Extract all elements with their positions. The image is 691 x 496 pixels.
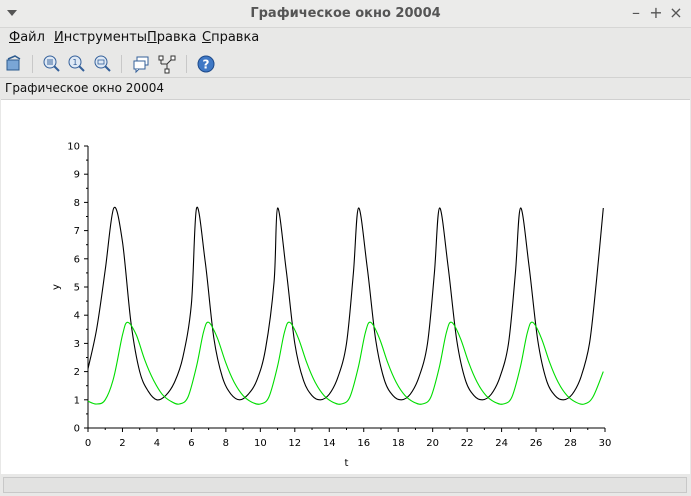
x-tick-label: 22 <box>461 438 474 449</box>
x-tick-label: 2 <box>119 438 125 449</box>
menu-tools[interactable]: Инструменты <box>54 30 147 45</box>
y-tick-label: 0 <box>74 424 80 435</box>
svg-text:1: 1 <box>73 58 78 67</box>
maximize-icon[interactable]: + <box>647 4 665 22</box>
y-tick-label: 7 <box>74 226 80 237</box>
svg-text:?: ? <box>203 58 210 72</box>
help-icon[interactable]: ? <box>196 54 216 74</box>
x-tick-label: 6 <box>188 438 194 449</box>
x-tick-label: 10 <box>254 438 267 449</box>
x-tick-label: 12 <box>288 438 301 449</box>
x-tick-label: 4 <box>154 438 160 449</box>
status-bar <box>3 477 687 493</box>
x-tick-label: 20 <box>426 438 439 449</box>
x-tick-label: 28 <box>564 438 577 449</box>
y-tick-label: 1 <box>74 395 80 406</box>
editor-icon[interactable] <box>157 54 177 74</box>
y-axis-label: y <box>51 284 62 290</box>
toolbar-separator <box>186 55 187 73</box>
x-tick-label: 18 <box>392 438 405 449</box>
y-tick-label: 4 <box>74 311 80 322</box>
x-tick-label: 16 <box>357 438 370 449</box>
y-tick-label: 10 <box>67 142 80 153</box>
menu-bar: Файл Инструменты Правка Справка <box>0 28 691 50</box>
series-line-0 <box>87 206 604 401</box>
zoom-in-icon[interactable]: 1 <box>67 54 87 74</box>
y-tick-label: 2 <box>74 367 80 378</box>
figure-label: Графическое окно 20004 <box>5 81 164 95</box>
toolbar-separator <box>121 55 122 73</box>
toolbar: 1 ? <box>0 50 691 78</box>
datatip-icon[interactable] <box>131 54 151 74</box>
series-line-1 <box>87 321 604 405</box>
menu-file[interactable]: Файл <box>9 30 45 45</box>
x-tick-label: 14 <box>323 438 336 449</box>
x-tick-label: 8 <box>223 438 229 449</box>
x-tick-label: 26 <box>530 438 543 449</box>
zoom-out-icon[interactable] <box>93 54 113 74</box>
title-bar: Графическое окно 20004 – + × <box>0 0 691 28</box>
y-tick-label: 8 <box>74 198 80 209</box>
menu-help[interactable]: Справка <box>202 30 259 45</box>
plot-canvas[interactable]: 0 1 2 3 4 5 6 7 8 9 10 0 2 4 6 8 10 12 14 16 18 20 22 24 26 28 30 t… <box>1 99 690 474</box>
x-tick-label: 24 <box>495 438 508 449</box>
close-icon[interactable]: × <box>667 4 685 22</box>
toolbar-separator <box>32 55 33 73</box>
y-tick-label: 3 <box>74 339 80 350</box>
line-chart: 0123456789100 2 4 6 8 10 12 14 16 18 20 22 24 26 28 30t… <box>51 142 612 470</box>
window-title: Графическое окно 20004 <box>250 6 441 21</box>
rotate-icon[interactable] <box>4 54 24 74</box>
x-tick-label: 0 <box>85 438 91 449</box>
menu-edit[interactable]: Правка <box>147 30 196 45</box>
zoom-grid-icon[interactable] <box>42 54 62 74</box>
minimize-icon[interactable]: – <box>627 4 645 22</box>
x-tick-label: 30 <box>599 438 612 449</box>
y-tick-label: 9 <box>74 170 80 181</box>
y-tick-label: 6 <box>74 254 80 265</box>
x-axis-label: t <box>345 458 349 469</box>
y-tick-label: 5 <box>74 283 80 294</box>
